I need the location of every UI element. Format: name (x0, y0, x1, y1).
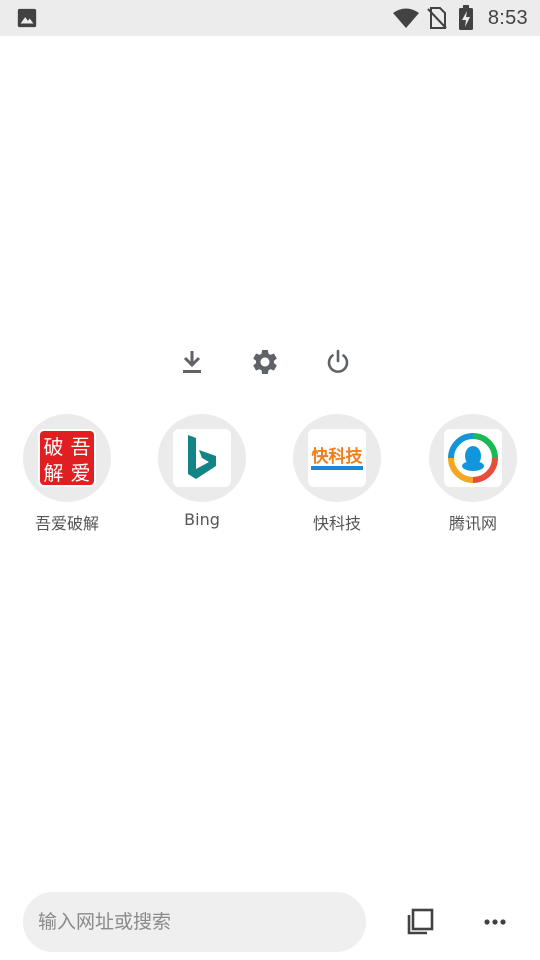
status-bar: 8:53 (0, 0, 540, 36)
dial-icon-circle (158, 414, 246, 502)
no-sim-icon (427, 0, 447, 36)
wifi-icon (392, 0, 420, 36)
tabs-icon (407, 908, 434, 935)
speed-dial-item-52pojie[interactable]: 破 吾 解 爱 吾爱破解 (7, 414, 127, 539)
svg-text:解: 解 (44, 461, 64, 485)
settings-button[interactable] (243, 340, 287, 384)
qq-logo (444, 429, 502, 487)
settings-gear-icon (253, 350, 277, 374)
power-icon (327, 349, 349, 373)
svg-text:破: 破 (44, 435, 64, 459)
more-horizontal-icon (484, 919, 506, 925)
mydrivers-logo: 快科技 (308, 429, 366, 487)
browser-home-screen: 8:53 破 吾 解 爱 吾爱破解 Bing 快科技 快科技 腾讯网 输入网址或… (0, 0, 540, 960)
speed-dial-item-qq[interactable]: 腾讯网 (413, 414, 533, 539)
status-time: 8:53 (487, 6, 528, 29)
download-button[interactable] (170, 340, 214, 384)
dial-icon-circle (429, 414, 517, 502)
download-icon (183, 351, 201, 373)
dial-label: 吾爱破解 (34, 514, 99, 533)
battery-charging-icon (458, 0, 474, 36)
dial-label: Bing (184, 510, 220, 529)
tabs-button[interactable] (398, 900, 442, 944)
svg-text:吾: 吾 (71, 435, 91, 459)
speed-dial: 破 吾 解 爱 吾爱破解 Bing 快科技 快科技 腾讯网 (0, 414, 540, 544)
dial-label: 快科技 (312, 514, 361, 533)
speed-dial-item-mydrivers[interactable]: 快科技 快科技 (277, 414, 397, 539)
bing-logo (173, 429, 231, 487)
52pojie-logo: 破 吾 解 爱 (38, 429, 96, 487)
dial-icon-circle: 破 吾 解 爱 (23, 414, 111, 502)
speed-dial-item-bing[interactable]: Bing (142, 414, 262, 539)
dial-label: 腾讯网 (448, 514, 497, 533)
image-notification-icon (16, 0, 38, 36)
more-menu-button[interactable] (473, 900, 517, 944)
power-button[interactable] (316, 340, 360, 384)
dial-icon-circle: 快科技 (293, 414, 381, 502)
address-bar[interactable] (23, 892, 366, 952)
address-search-input[interactable] (38, 911, 338, 933)
bottom-toolbar (0, 892, 540, 952)
quick-actions (0, 340, 540, 384)
svg-text:快科技: 快科技 (312, 446, 364, 467)
svg-text:爱: 爱 (71, 461, 91, 485)
